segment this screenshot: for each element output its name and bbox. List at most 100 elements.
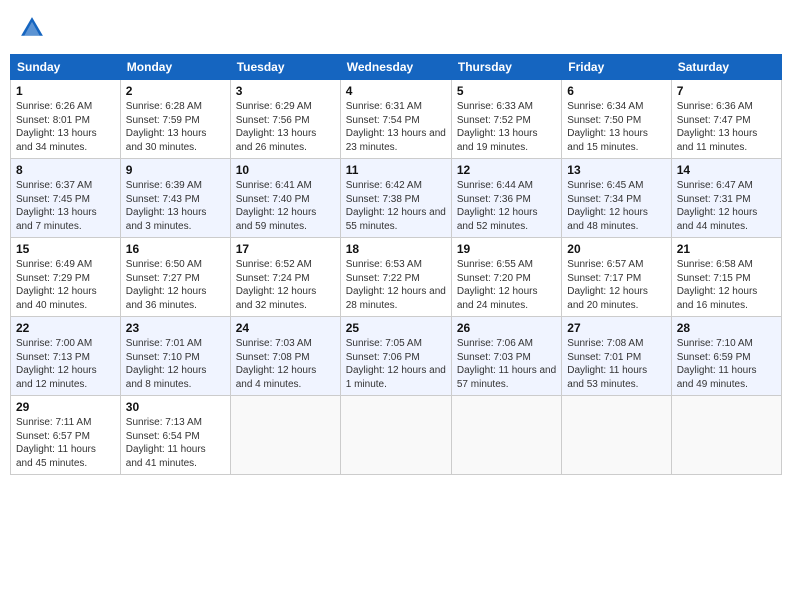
calendar-cell: 3 Sunrise: 6:29 AM Sunset: 7:56 PM Dayli… <box>230 80 340 159</box>
day-number: 5 <box>457 84 556 98</box>
day-header-thursday: Thursday <box>451 55 561 80</box>
calendar-cell: 9 Sunrise: 6:39 AM Sunset: 7:43 PM Dayli… <box>120 159 230 238</box>
calendar-cell: 30 Sunrise: 7:13 AM Sunset: 6:54 PM Dayl… <box>120 396 230 475</box>
day-number: 7 <box>677 84 776 98</box>
day-number: 4 <box>346 84 446 98</box>
day-info: Sunrise: 7:10 AM Sunset: 6:59 PM Dayligh… <box>677 337 776 391</box>
day-number: 8 <box>16 163 115 177</box>
calendar-cell: 27 Sunrise: 7:08 AM Sunset: 7:01 PM Dayl… <box>562 317 671 396</box>
calendar-cell <box>230 396 340 475</box>
day-info: Sunrise: 6:36 AM Sunset: 7:47 PM Dayligh… <box>677 100 776 154</box>
day-number: 15 <box>16 242 115 256</box>
day-info: Sunrise: 6:28 AM Sunset: 7:59 PM Dayligh… <box>126 100 225 154</box>
calendar-cell: 25 Sunrise: 7:05 AM Sunset: 7:06 PM Dayl… <box>340 317 451 396</box>
calendar-body: 1 Sunrise: 6:26 AM Sunset: 8:01 PM Dayli… <box>11 80 782 475</box>
day-number: 24 <box>236 321 335 335</box>
day-number: 19 <box>457 242 556 256</box>
day-info: Sunrise: 7:13 AM Sunset: 6:54 PM Dayligh… <box>126 416 225 470</box>
day-number: 10 <box>236 163 335 177</box>
calendar-cell <box>562 396 671 475</box>
calendar-cell: 19 Sunrise: 6:55 AM Sunset: 7:20 PM Dayl… <box>451 238 561 317</box>
calendar-cell: 14 Sunrise: 6:47 AM Sunset: 7:31 PM Dayl… <box>671 159 781 238</box>
day-info: Sunrise: 6:57 AM Sunset: 7:17 PM Dayligh… <box>567 258 665 312</box>
calendar-cell: 8 Sunrise: 6:37 AM Sunset: 7:45 PM Dayli… <box>11 159 121 238</box>
day-info: Sunrise: 7:08 AM Sunset: 7:01 PM Dayligh… <box>567 337 665 391</box>
calendar-week-1: 1 Sunrise: 6:26 AM Sunset: 8:01 PM Dayli… <box>11 80 782 159</box>
calendar-week-3: 15 Sunrise: 6:49 AM Sunset: 7:29 PM Dayl… <box>11 238 782 317</box>
calendar-cell: 15 Sunrise: 6:49 AM Sunset: 7:29 PM Dayl… <box>11 238 121 317</box>
day-info: Sunrise: 7:01 AM Sunset: 7:10 PM Dayligh… <box>126 337 225 391</box>
logo <box>18 14 50 42</box>
day-number: 22 <box>16 321 115 335</box>
day-number: 18 <box>346 242 446 256</box>
calendar-cell: 18 Sunrise: 6:53 AM Sunset: 7:22 PM Dayl… <box>340 238 451 317</box>
day-header-tuesday: Tuesday <box>230 55 340 80</box>
day-number: 6 <box>567 84 665 98</box>
day-info: Sunrise: 6:42 AM Sunset: 7:38 PM Dayligh… <box>346 179 446 233</box>
day-header-friday: Friday <box>562 55 671 80</box>
calendar-week-4: 22 Sunrise: 7:00 AM Sunset: 7:13 PM Dayl… <box>11 317 782 396</box>
calendar-cell: 6 Sunrise: 6:34 AM Sunset: 7:50 PM Dayli… <box>562 80 671 159</box>
day-info: Sunrise: 6:55 AM Sunset: 7:20 PM Dayligh… <box>457 258 556 312</box>
day-info: Sunrise: 6:26 AM Sunset: 8:01 PM Dayligh… <box>16 100 115 154</box>
calendar-cell <box>340 396 451 475</box>
calendar-cell: 20 Sunrise: 6:57 AM Sunset: 7:17 PM Dayl… <box>562 238 671 317</box>
day-info: Sunrise: 6:49 AM Sunset: 7:29 PM Dayligh… <box>16 258 115 312</box>
day-number: 1 <box>16 84 115 98</box>
day-number: 30 <box>126 400 225 414</box>
day-info: Sunrise: 7:00 AM Sunset: 7:13 PM Dayligh… <box>16 337 115 391</box>
day-info: Sunrise: 6:53 AM Sunset: 7:22 PM Dayligh… <box>346 258 446 312</box>
day-info: Sunrise: 6:39 AM Sunset: 7:43 PM Dayligh… <box>126 179 225 233</box>
calendar-cell: 12 Sunrise: 6:44 AM Sunset: 7:36 PM Dayl… <box>451 159 561 238</box>
day-number: 27 <box>567 321 665 335</box>
day-number: 13 <box>567 163 665 177</box>
day-number: 2 <box>126 84 225 98</box>
calendar-cell: 16 Sunrise: 6:50 AM Sunset: 7:27 PM Dayl… <box>120 238 230 317</box>
day-number: 23 <box>126 321 225 335</box>
day-header-monday: Monday <box>120 55 230 80</box>
day-info: Sunrise: 6:41 AM Sunset: 7:40 PM Dayligh… <box>236 179 335 233</box>
day-info: Sunrise: 7:05 AM Sunset: 7:06 PM Dayligh… <box>346 337 446 391</box>
day-info: Sunrise: 7:06 AM Sunset: 7:03 PM Dayligh… <box>457 337 556 391</box>
calendar-cell: 17 Sunrise: 6:52 AM Sunset: 7:24 PM Dayl… <box>230 238 340 317</box>
day-number: 20 <box>567 242 665 256</box>
day-header-sunday: Sunday <box>11 55 121 80</box>
day-number: 29 <box>16 400 115 414</box>
calendar-cell: 26 Sunrise: 7:06 AM Sunset: 7:03 PM Dayl… <box>451 317 561 396</box>
calendar-table: SundayMondayTuesdayWednesdayThursdayFrid… <box>10 54 782 475</box>
calendar-cell: 29 Sunrise: 7:11 AM Sunset: 6:57 PM Dayl… <box>11 396 121 475</box>
calendar-cell: 11 Sunrise: 6:42 AM Sunset: 7:38 PM Dayl… <box>340 159 451 238</box>
calendar-cell: 4 Sunrise: 6:31 AM Sunset: 7:54 PM Dayli… <box>340 80 451 159</box>
day-number: 12 <box>457 163 556 177</box>
day-info: Sunrise: 6:47 AM Sunset: 7:31 PM Dayligh… <box>677 179 776 233</box>
calendar-cell: 10 Sunrise: 6:41 AM Sunset: 7:40 PM Dayl… <box>230 159 340 238</box>
logo-icon <box>18 14 46 42</box>
day-number: 21 <box>677 242 776 256</box>
day-info: Sunrise: 7:11 AM Sunset: 6:57 PM Dayligh… <box>16 416 115 470</box>
day-info: Sunrise: 6:34 AM Sunset: 7:50 PM Dayligh… <box>567 100 665 154</box>
day-number: 11 <box>346 163 446 177</box>
calendar-cell <box>671 396 781 475</box>
calendar-header: SundayMondayTuesdayWednesdayThursdayFrid… <box>11 55 782 80</box>
day-info: Sunrise: 6:50 AM Sunset: 7:27 PM Dayligh… <box>126 258 225 312</box>
day-info: Sunrise: 6:58 AM Sunset: 7:15 PM Dayligh… <box>677 258 776 312</box>
calendar-cell: 5 Sunrise: 6:33 AM Sunset: 7:52 PM Dayli… <box>451 80 561 159</box>
day-header-saturday: Saturday <box>671 55 781 80</box>
day-info: Sunrise: 7:03 AM Sunset: 7:08 PM Dayligh… <box>236 337 335 391</box>
page-header <box>10 10 782 46</box>
day-number: 26 <box>457 321 556 335</box>
day-number: 3 <box>236 84 335 98</box>
day-number: 9 <box>126 163 225 177</box>
calendar-week-2: 8 Sunrise: 6:37 AM Sunset: 7:45 PM Dayli… <box>11 159 782 238</box>
day-number: 14 <box>677 163 776 177</box>
day-info: Sunrise: 6:52 AM Sunset: 7:24 PM Dayligh… <box>236 258 335 312</box>
day-number: 28 <box>677 321 776 335</box>
day-info: Sunrise: 6:29 AM Sunset: 7:56 PM Dayligh… <box>236 100 335 154</box>
calendar-cell: 21 Sunrise: 6:58 AM Sunset: 7:15 PM Dayl… <box>671 238 781 317</box>
day-info: Sunrise: 6:33 AM Sunset: 7:52 PM Dayligh… <box>457 100 556 154</box>
header-row: SundayMondayTuesdayWednesdayThursdayFrid… <box>11 55 782 80</box>
calendar-cell: 24 Sunrise: 7:03 AM Sunset: 7:08 PM Dayl… <box>230 317 340 396</box>
calendar-cell: 23 Sunrise: 7:01 AM Sunset: 7:10 PM Dayl… <box>120 317 230 396</box>
day-info: Sunrise: 6:37 AM Sunset: 7:45 PM Dayligh… <box>16 179 115 233</box>
day-number: 17 <box>236 242 335 256</box>
